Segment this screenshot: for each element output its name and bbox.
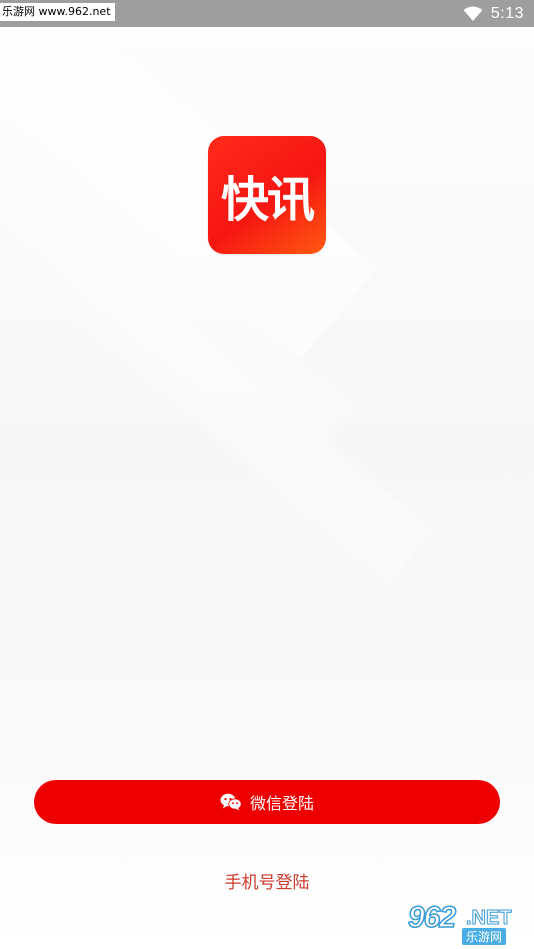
watermark-domain: .NET [466, 907, 513, 930]
wechat-login-button[interactable]: 微信登陆 [34, 780, 500, 824]
wechat-icon [220, 793, 242, 811]
watermark-number: 962 [407, 900, 457, 935]
app-logo: 快讯 [208, 136, 326, 254]
status-bar: 乐游网 www.962.net 5:13 [0, 0, 534, 27]
phone-login-link[interactable]: 手机号登陆 [0, 868, 534, 893]
app-logo-text: 快讯 [220, 172, 315, 228]
watermark-site-name: 乐游网 [462, 928, 507, 945]
wifi-icon [463, 6, 483, 22]
status-clock: 5:13 [490, 4, 524, 22]
wechat-login-label: 微信登陆 [249, 794, 314, 813]
watermark-bottom-logo: 962 .NET 乐游网 [400, 900, 528, 945]
status-icons: 5:13 [463, 0, 524, 27]
watermark-top: 乐游网 www.962.net [0, 3, 115, 21]
